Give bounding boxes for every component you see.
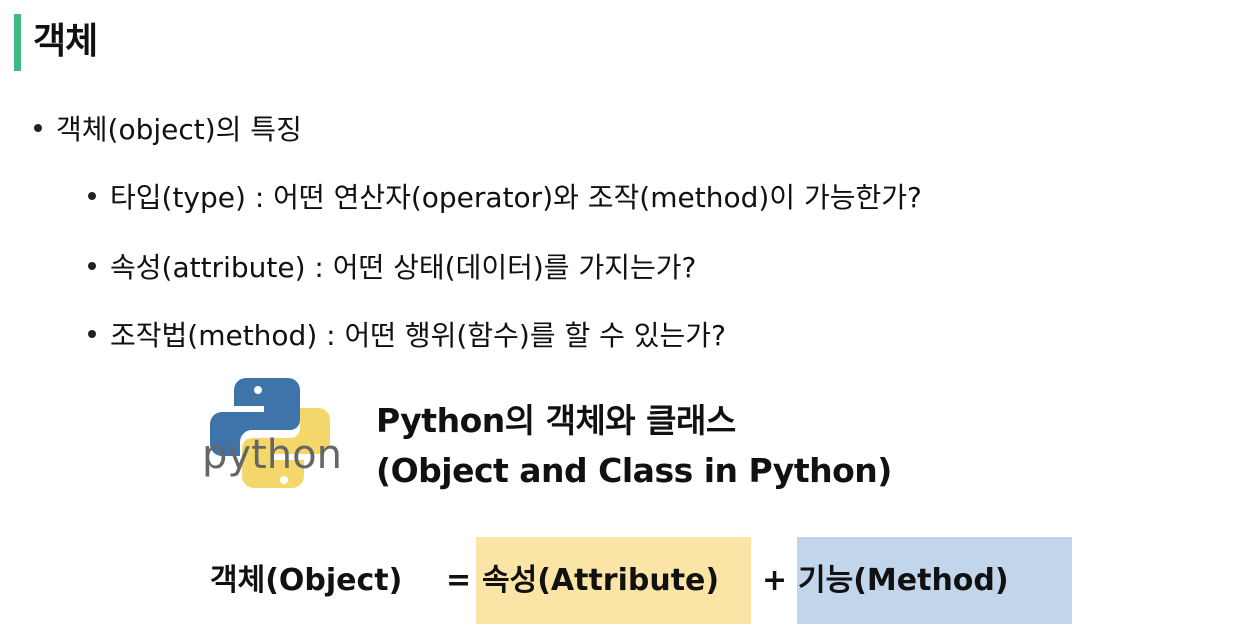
sub-bullet-type: 타입(type) : 어떤 연산자(operator)와 조작(method)이…	[88, 178, 922, 218]
equation-object: 객체(Object)	[210, 563, 403, 598]
python-title-line2: (Object and Class in Python)	[376, 451, 892, 490]
sub-bullet-attribute: 속성(attribute) : 어떤 상태(데이터)를 가지는가?	[88, 248, 696, 288]
bullet-dot-icon	[88, 330, 96, 338]
equation-method: 기능(Method)	[798, 563, 1009, 598]
sub-bullet-text: 속성(attribute) : 어떤 상태(데이터)를 가지는가?	[110, 251, 697, 284]
equation-equals: =	[446, 563, 472, 598]
bullet-dot-icon	[88, 262, 96, 270]
title-accent-bar	[14, 14, 21, 71]
sub-bullet-text: 조작법(method) : 어떤 행위(함수)를 할 수 있는가?	[110, 319, 726, 352]
bullet-main-text: 객체(object)의 특징	[56, 113, 302, 146]
page-title: 객체	[33, 21, 98, 62]
python-title-line1: Python의 객체와 클래스	[376, 401, 736, 440]
python-title: Python의 객체와 클래스 (Object and Class in Pyt…	[376, 396, 892, 496]
bullet-dot-icon	[34, 124, 42, 132]
python-logo-icon: python	[202, 378, 342, 488]
equation-plus: +	[762, 563, 788, 598]
bullet-dot-icon	[88, 192, 96, 200]
sub-bullet-text: 타입(type) : 어떤 연산자(operator)와 조작(method)이…	[110, 181, 922, 214]
bullet-main: 객체(object)의 특징	[34, 110, 302, 150]
sub-bullet-method: 조작법(method) : 어떤 행위(함수)를 할 수 있는가?	[88, 316, 726, 356]
equation-attribute: 속성(Attribute)	[482, 563, 720, 598]
python-logo-text: python	[202, 432, 342, 478]
